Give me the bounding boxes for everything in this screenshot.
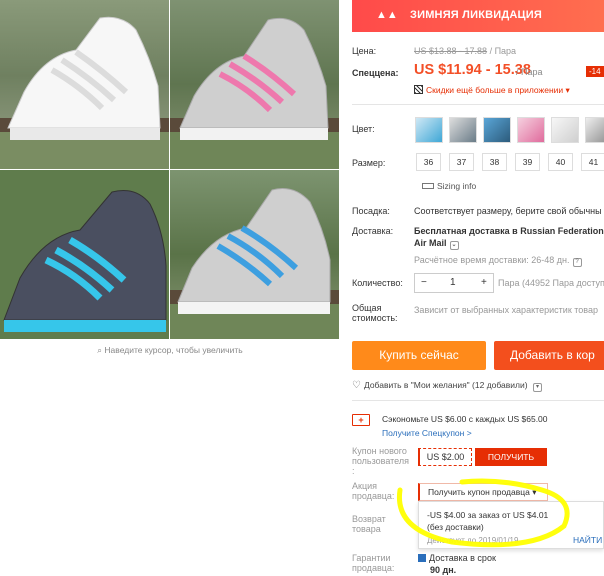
guarantee-value: Доставка в срок xyxy=(418,553,496,563)
shipping-carrier[interactable]: Air Mail ⌄ xyxy=(414,238,459,250)
help-icon[interactable]: ? xyxy=(572,258,582,267)
new-user-coupon-label: Купон нового xyxy=(352,446,407,456)
color-swatch[interactable] xyxy=(415,117,443,143)
seller-promo-label: Акция xyxy=(352,481,377,491)
discount-badge: -14 xyxy=(586,66,604,77)
size-option[interactable]: 39 xyxy=(515,153,540,171)
seller-coupon-dropdown: -US $4.00 за заказ от US $4.01 (без дост… xyxy=(418,501,604,549)
color-swatch[interactable] xyxy=(517,117,545,143)
size-option[interactable]: 41 xyxy=(581,153,604,171)
returns-label: Возврат xyxy=(352,514,386,524)
find-button[interactable]: НАЙТИ xyxy=(573,535,602,545)
quantity-input[interactable]: 1 xyxy=(450,277,456,288)
coupon-amount: -US $4.00 за заказ от US $4.01 xyxy=(427,510,549,520)
shipping-label: Доставка: xyxy=(352,226,394,236)
special-coupon-link[interactable]: Получите Спецкупон > xyxy=(382,428,472,438)
special-price-label: Спеццена: xyxy=(352,68,399,78)
old-price: US $13.88 - 17.88 / Пара xyxy=(414,46,517,56)
ruler-icon xyxy=(422,183,434,189)
size-label: Размер: xyxy=(352,158,386,168)
add-to-wishlist[interactable]: ♡ Добавить в "Мои желания" (12 добавили) … xyxy=(352,380,542,392)
product-gallery xyxy=(0,0,340,342)
quantity-stepper[interactable]: − 1 + xyxy=(414,273,494,293)
increment-button[interactable]: + xyxy=(481,277,487,288)
coupon-condition: (без доставки) xyxy=(427,522,484,532)
coupon-icon: + xyxy=(352,414,370,426)
product-details: ▲▲ ЗИМНЯЯ ЛИКВИДАЦИЯ Цена: US $13.88 - 1… xyxy=(342,0,604,576)
total-label: стоимость: xyxy=(352,313,398,323)
lightning-icon: ▲▲ xyxy=(376,9,398,21)
product-photo-grey-pink[interactable] xyxy=(170,0,339,169)
total-label: Общая xyxy=(352,303,382,313)
size-option[interactable]: 36 xyxy=(416,153,441,171)
size-option[interactable]: 38 xyxy=(482,153,507,171)
add-to-cart-button[interactable]: Добавить в кор xyxy=(494,341,604,370)
sizing-info-link[interactable]: Sizing info xyxy=(422,181,476,191)
chevron-down-icon: ⌄ xyxy=(449,241,459,250)
product-photo-grey-blue[interactable] xyxy=(170,170,339,339)
heart-icon: ♡ xyxy=(352,380,361,391)
current-price: US $11.94 - 15.38 xyxy=(414,62,531,78)
guarantee-label: Гарантии xyxy=(352,553,391,563)
new-user-coupon: US $2.00 xyxy=(418,448,472,466)
guarantee-days: 90 дн. xyxy=(430,565,457,575)
buy-now-button[interactable]: Купить сейчас xyxy=(352,341,486,370)
get-coupon-button[interactable]: ПОЛУЧИТЬ xyxy=(475,448,547,466)
color-swatch[interactable] xyxy=(585,117,604,143)
price-unit: / Пара xyxy=(516,67,543,77)
seller-promo-label: продавца: xyxy=(352,491,395,501)
size-option[interactable]: 40 xyxy=(548,153,573,171)
coupon-validity: Действует до 2019/01/19 xyxy=(427,536,519,545)
zoom-hint: ⌕ Наведите курсор, чтобы увеличить xyxy=(97,345,243,355)
app-discount-link[interactable]: Скидки ещё больше в приложении ▾ xyxy=(414,85,570,96)
color-swatch[interactable] xyxy=(449,117,477,143)
product-photo-navy-cyan[interactable] xyxy=(0,170,169,339)
delivery-estimate: Расчётное время доставки: 26-48 дн.? xyxy=(414,255,582,267)
size-option[interactable]: 37 xyxy=(449,153,474,171)
quantity-available: Пара (44952 Пара доступ xyxy=(498,278,604,288)
quantity-label: Количество: xyxy=(352,278,403,288)
guarantee-label: продавца: xyxy=(352,563,395,573)
new-user-coupon-label: : xyxy=(352,466,355,476)
new-user-coupon-label: пользователя xyxy=(352,456,409,466)
fit-value: Соответствует размеру, берите свой обычн… xyxy=(414,206,602,216)
fit-label: Посадка: xyxy=(352,206,390,216)
color-label: Цвет: xyxy=(352,124,375,134)
color-swatch[interactable] xyxy=(551,117,579,143)
product-photo-white[interactable] xyxy=(0,0,169,169)
qr-code-icon xyxy=(414,85,423,94)
returns-label: товара xyxy=(352,524,381,534)
shipping-method: Бесплатная доставка в Russian Federation xyxy=(414,226,604,236)
shield-icon xyxy=(418,554,426,562)
total-value: Зависит от выбранных характеристик товар xyxy=(414,305,598,315)
decrement-button[interactable]: − xyxy=(421,277,427,288)
divider xyxy=(352,400,604,401)
promo-banner: ▲▲ ЗИМНЯЯ ЛИКВИДАЦИЯ xyxy=(352,0,604,32)
color-swatch[interactable] xyxy=(483,117,511,143)
savings-text: Сэкономьте US $6.00 с каждых US $65.00 xyxy=(382,414,548,424)
divider xyxy=(352,104,604,105)
seller-coupon-select[interactable]: Получить купон продавца ▾ xyxy=(418,483,548,501)
price-label: Цена: xyxy=(352,46,377,56)
chevron-down-icon[interactable]: ▾ xyxy=(532,383,542,392)
